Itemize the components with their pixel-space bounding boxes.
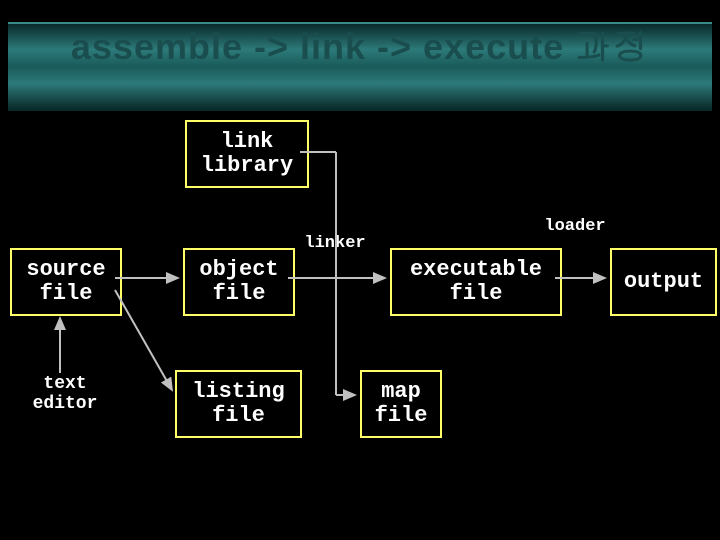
box-executable-file: executable file	[390, 248, 562, 316]
box-map-file: map file	[360, 370, 442, 438]
title-banner: assemble -> link -> execute 과정	[8, 22, 712, 111]
label-text-editor: text editor	[25, 375, 105, 415]
box-link-library: link library	[185, 120, 309, 188]
box-output: output	[610, 248, 717, 316]
box-source-file: source file	[10, 248, 122, 316]
label-linker: linker	[300, 235, 370, 254]
box-listing-file: listing file	[175, 370, 302, 438]
label-loader: loader	[540, 218, 610, 237]
diagram-title: assemble -> link -> execute 과정	[8, 24, 712, 67]
box-object-file: object file	[183, 248, 295, 316]
